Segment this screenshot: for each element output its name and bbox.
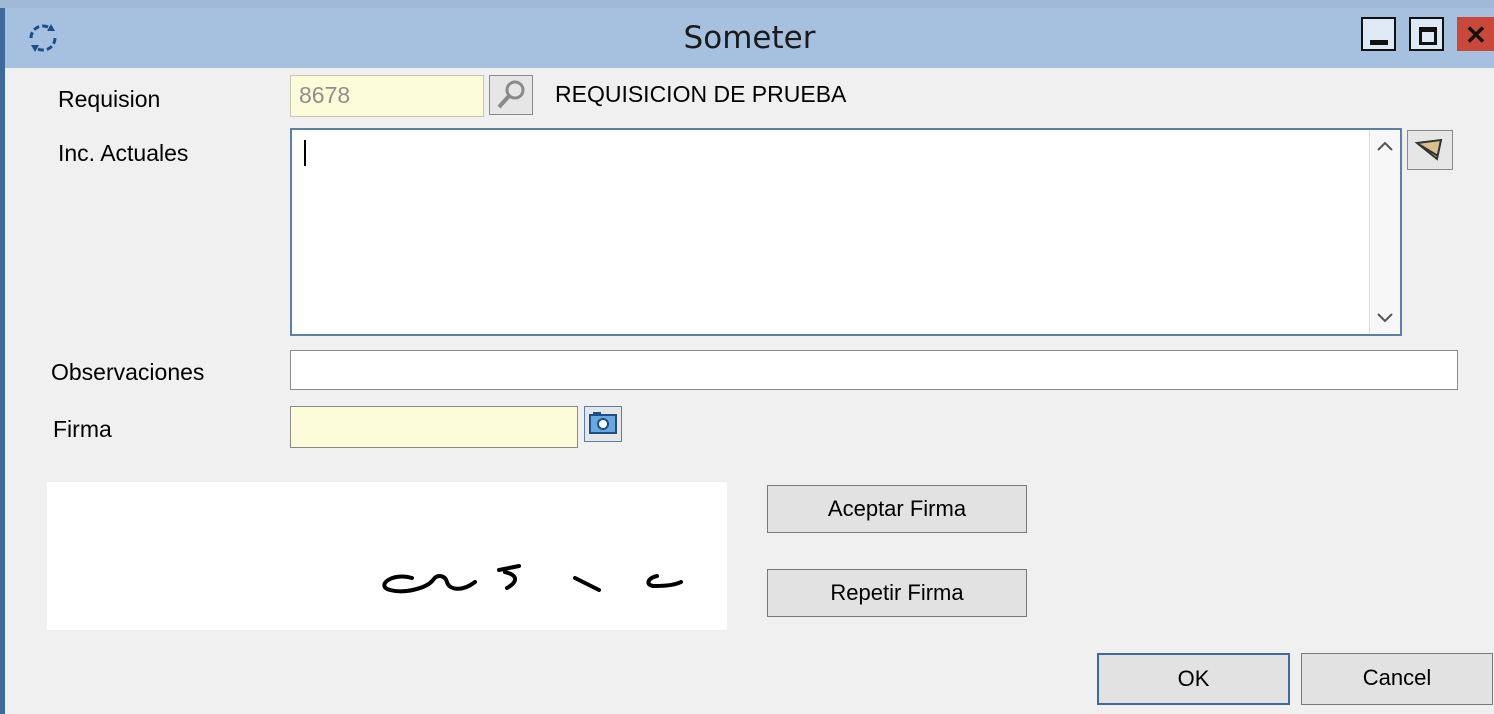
- observaciones-label: Observaciones: [51, 359, 205, 385]
- vertical-scrollbar[interactable]: [1369, 130, 1400, 334]
- chevron-up-icon: [1377, 141, 1393, 151]
- signature-pad[interactable]: [47, 482, 727, 630]
- magnifier-icon: [497, 80, 525, 109]
- observaciones-field[interactable]: [290, 350, 1458, 390]
- signature-drawing: [382, 564, 683, 594]
- cancel-button[interactable]: Cancel: [1301, 653, 1493, 705]
- camera-icon: [589, 412, 617, 434]
- ok-button[interactable]: OK: [1097, 653, 1290, 705]
- chevron-down-icon: [1377, 313, 1393, 323]
- maximize-button[interactable]: [1409, 17, 1444, 51]
- text-caret: [304, 140, 306, 166]
- firma-label: Firma: [53, 416, 112, 442]
- inc-actuales-action-button[interactable]: [1407, 130, 1453, 170]
- repetir-firma-button[interactable]: Repetir Firma: [767, 569, 1027, 617]
- aceptar-firma-button[interactable]: Aceptar Firma: [767, 485, 1027, 533]
- requisicion-field[interactable]: 8678: [290, 75, 484, 117]
- requisicion-label: Requision: [58, 86, 161, 112]
- requisicion-lookup-button[interactable]: [489, 75, 533, 115]
- firma-field[interactable]: [290, 406, 578, 448]
- scroll-up-button[interactable]: [1370, 130, 1400, 162]
- inc-actuales-textarea[interactable]: [290, 128, 1402, 336]
- someter-dialog: Someter ✕ Requision 8678 REQUISICION DE …: [0, 8, 1494, 714]
- close-button[interactable]: ✕: [1457, 17, 1494, 51]
- inc-actuales-label: Inc. Actuales: [58, 140, 189, 166]
- minimize-button[interactable]: [1361, 17, 1396, 51]
- scroll-down-button[interactable]: [1370, 302, 1400, 334]
- firma-capture-button[interactable]: [584, 406, 622, 442]
- window-title: Someter: [683, 20, 816, 56]
- edit-icon: [1414, 138, 1443, 161]
- close-icon: ✕: [1465, 20, 1487, 50]
- requisicion-description: REQUISICION DE PRUEBA: [555, 81, 847, 107]
- title-bar[interactable]: Someter ✕: [5, 8, 1494, 68]
